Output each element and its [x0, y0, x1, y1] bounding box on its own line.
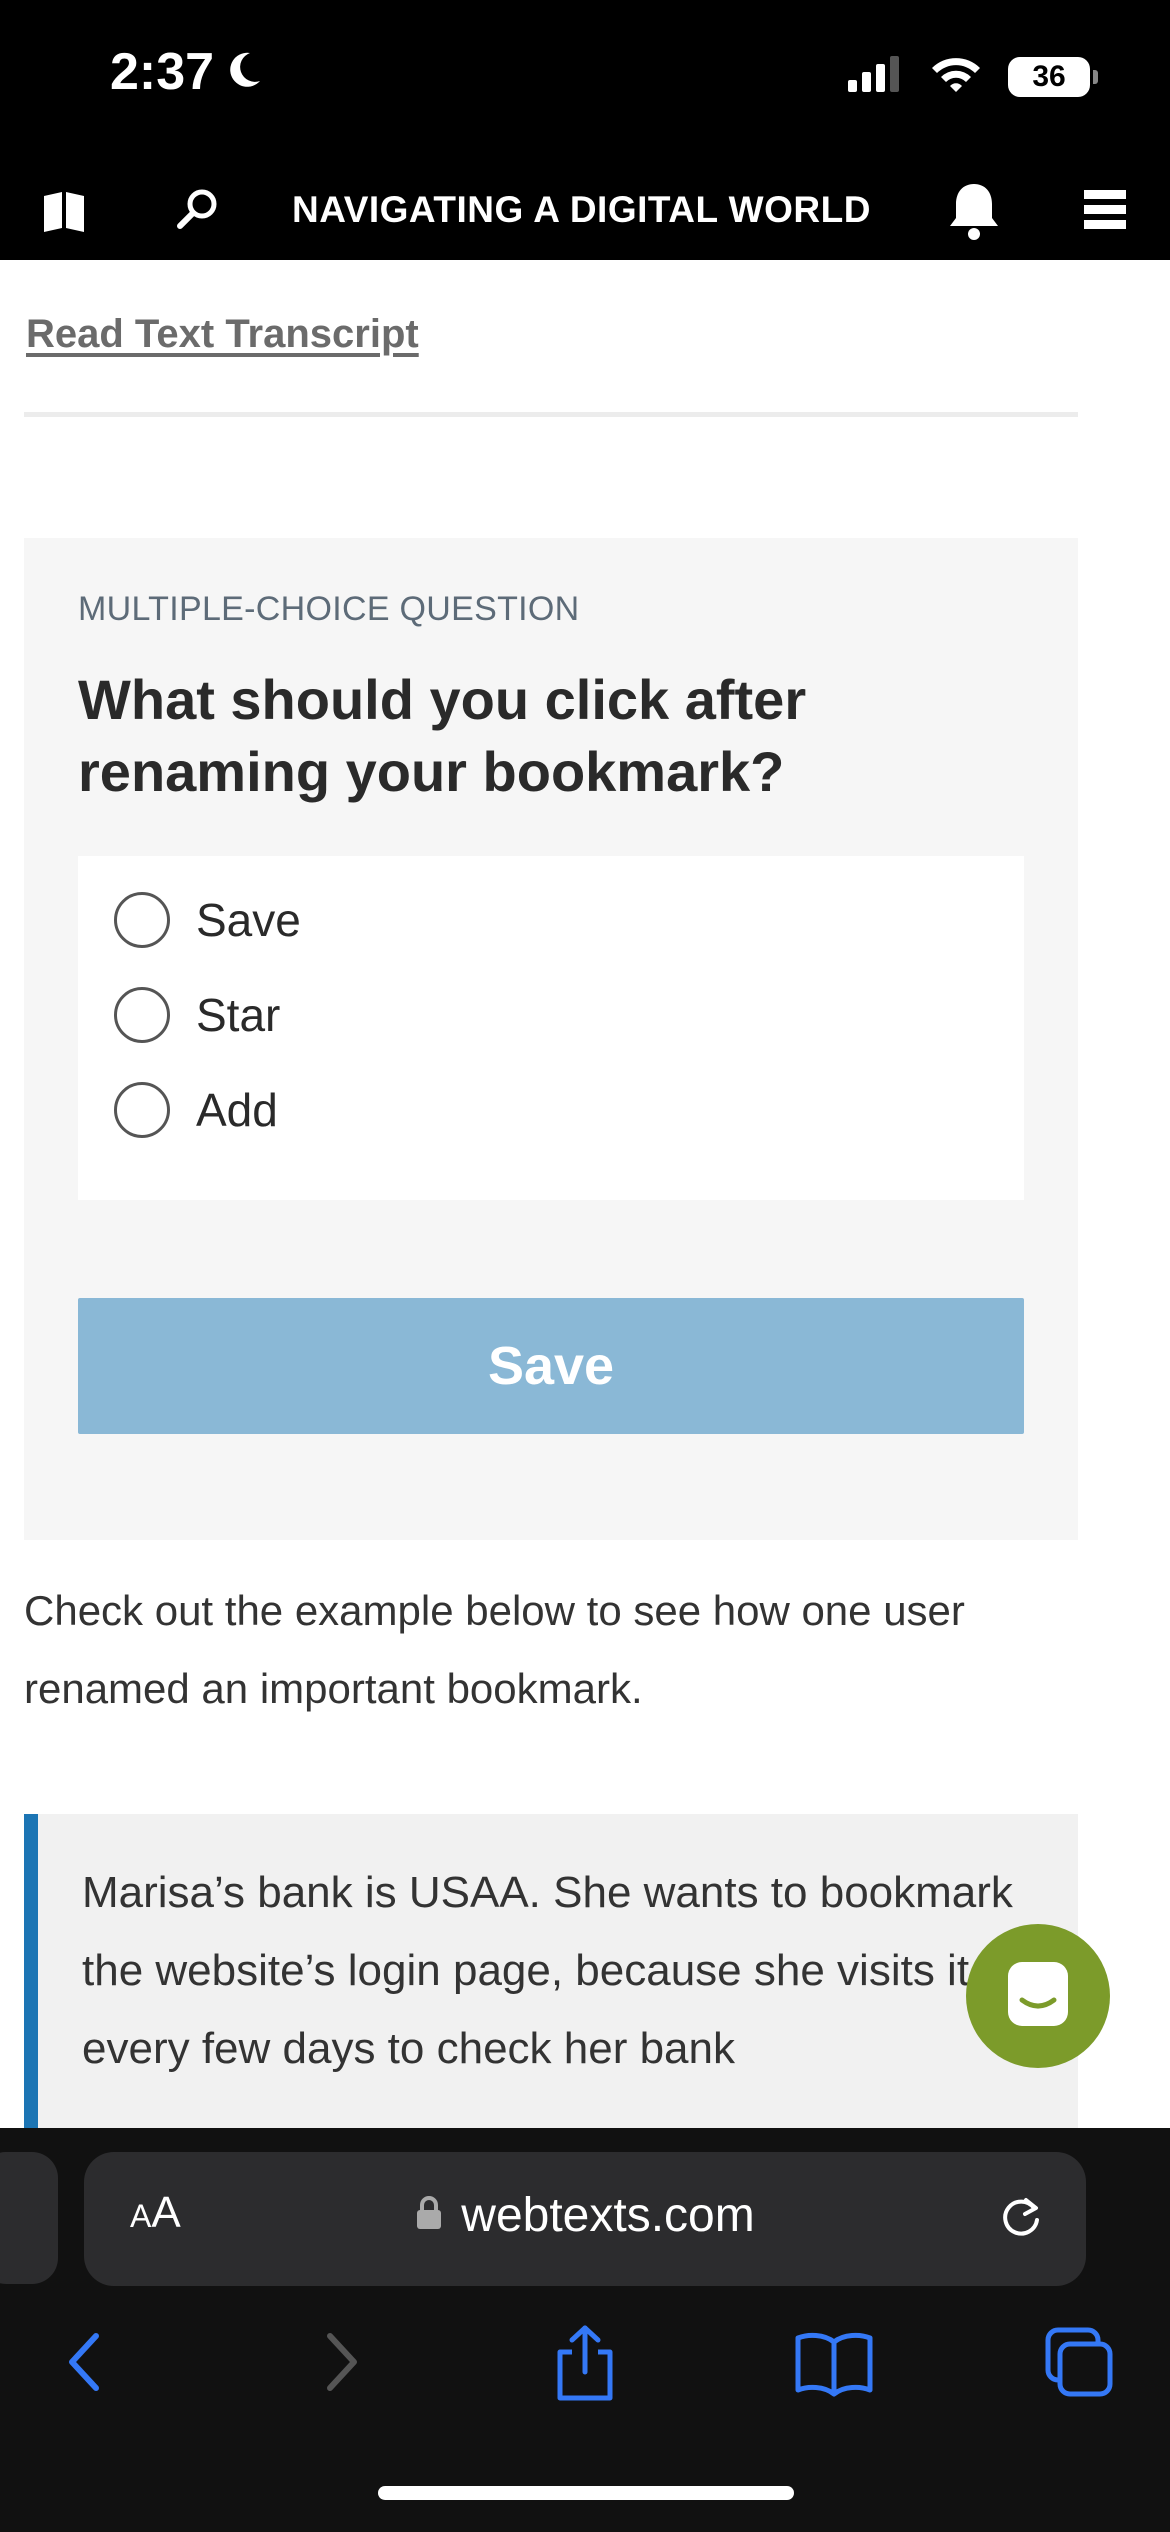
radio-button[interactable]: [114, 1082, 170, 1138]
back-icon[interactable]: [60, 2324, 110, 2405]
intro-paragraph: Check out the example below to see how o…: [24, 1587, 965, 1712]
lock-icon: [415, 2188, 443, 2243]
example-text: Marisa’s bank is USAA. She wants to book…: [82, 1868, 1013, 2073]
bell-icon[interactable]: [944, 178, 1004, 249]
previous-tab-preview[interactable]: [0, 2152, 58, 2284]
moon-icon: [224, 42, 264, 102]
option-label: Star: [196, 989, 281, 1041]
option-label: Save: [196, 894, 301, 946]
url-display[interactable]: webtexts.com: [84, 2188, 1086, 2243]
signal-icon: [848, 56, 904, 97]
status-time: 2:37: [110, 42, 264, 102]
status-bar: 2:37 36: [0, 0, 1170, 160]
time-label: 2:37: [110, 43, 215, 101]
site-title: NAVIGATING A DIGITAL WORLD: [292, 189, 871, 230]
menu-icon[interactable]: [1080, 178, 1130, 247]
bookmarks-icon[interactable]: [792, 2324, 876, 2405]
tabs-icon[interactable]: [1042, 2324, 1116, 2405]
page-content: Read Text Transcript MULTIPLE-CHOICE QUE…: [0, 260, 1170, 2128]
forward-icon[interactable]: [316, 2324, 366, 2405]
battery-icon: 36: [1008, 56, 1098, 97]
quiz-card: MULTIPLE-CHOICE QUESTION What should you…: [24, 538, 1078, 1540]
book-icon[interactable]: [40, 178, 88, 247]
quiz-question: What should you click after renaming you…: [78, 668, 807, 803]
option-star[interactable]: Star: [114, 985, 280, 1045]
home-indicator: [378, 2486, 794, 2500]
option-save[interactable]: Save: [114, 890, 301, 950]
status-indicators: 36: [848, 55, 1098, 98]
wifi-icon: [930, 55, 982, 98]
site-header: NAVIGATING A DIGITAL WORLD: [0, 160, 1170, 260]
address-bar[interactable]: AA webtexts.com: [84, 2152, 1086, 2286]
quiz-type-label: MULTIPLE-CHOICE QUESTION: [78, 590, 580, 628]
url-text: webtexts.com: [461, 2189, 755, 2242]
search-icon[interactable]: [172, 178, 222, 247]
option-add[interactable]: Add: [114, 1080, 278, 1140]
radio-button[interactable]: [114, 987, 170, 1043]
options-list: Save Star Add: [78, 856, 1024, 1200]
save-answer-button[interactable]: Save: [78, 1298, 1024, 1434]
divider: [24, 412, 1078, 417]
share-icon[interactable]: [548, 2324, 622, 2409]
reload-icon[interactable]: [996, 2194, 1046, 2249]
browser-toolbar: AA webtexts.com: [0, 2128, 1170, 2532]
chat-button[interactable]: [966, 1924, 1110, 2068]
example-callout: Marisa’s bank is USAA. She wants to book…: [24, 1814, 1078, 2128]
radio-button[interactable]: [114, 892, 170, 948]
option-label: Add: [196, 1084, 278, 1136]
read-transcript-link[interactable]: Read Text Transcript: [26, 312, 419, 357]
chat-icon: [1002, 1958, 1074, 2035]
